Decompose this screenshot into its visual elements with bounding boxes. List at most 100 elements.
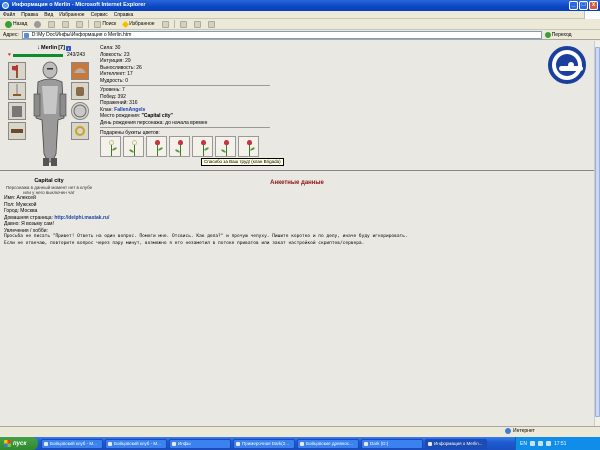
- clan-label: Клан:: [100, 106, 113, 113]
- language-indicator[interactable]: EN: [520, 441, 527, 447]
- close-button[interactable]: x: [589, 1, 598, 10]
- flowers-row: [100, 136, 259, 157]
- print-button[interactable]: [192, 20, 203, 28]
- tray-icon[interactable]: [529, 441, 535, 446]
- favorites-button[interactable]: Избранное: [121, 20, 156, 28]
- weapon-slot[interactable]: [8, 82, 26, 100]
- system-tray: EN 17:51: [515, 437, 600, 450]
- shield-slot[interactable]: [71, 62, 89, 80]
- address-input[interactable]: D:\My Doc\Инфы\Информация о Merlin.htm: [21, 30, 542, 39]
- refresh-button[interactable]: [60, 20, 71, 28]
- profile-bio-line: Если не отвечаю, повторите вопрос через …: [4, 240, 365, 246]
- helmet-slot[interactable]: [8, 62, 26, 80]
- clan-logo: [548, 46, 586, 84]
- home-button[interactable]: [74, 20, 85, 28]
- equipment-panel: [8, 58, 90, 176]
- scrollbar-thumb[interactable]: [595, 47, 600, 417]
- menu-file[interactable]: Файл: [3, 12, 15, 18]
- search-label: Поиск: [102, 21, 117, 27]
- search-button[interactable]: Поиск: [92, 20, 118, 28]
- stats-divider: [100, 85, 270, 86]
- mail-icon: [179, 20, 187, 28]
- armor-icon: [12, 106, 22, 117]
- hp-bar-fill: [12, 53, 63, 57]
- vertical-scrollbar[interactable]: [594, 41, 600, 426]
- forward-button[interactable]: [32, 20, 43, 28]
- favorites-label: Избранное: [129, 21, 155, 27]
- knight-avatar: [33, 61, 67, 166]
- print-icon: [193, 20, 201, 28]
- toolbar: Назад Поиск Избранное: [0, 19, 600, 30]
- menu-tools[interactable]: Сервис: [91, 12, 108, 18]
- record-list: Уровень: 7 Побед: 392 Поражений: 316 Кла…: [100, 87, 207, 126]
- down-arrow-icon: ↓: [37, 45, 40, 51]
- flower-bouquet[interactable]: [192, 136, 213, 157]
- page-content: ↓ Merlin [7] i ♥ 243/243 Capital city Пе…: [0, 41, 594, 426]
- security-zone: Интернет: [505, 428, 535, 434]
- stop-button[interactable]: [46, 20, 57, 28]
- star-icon: [122, 20, 130, 28]
- hp-bar: [12, 53, 63, 57]
- flower-bouquet[interactable]: [169, 136, 190, 157]
- online-status-note: Персонажа в данный момент нет в клубе ил…: [5, 185, 93, 195]
- home-icon: [76, 20, 84, 28]
- flower-bouquet[interactable]: [146, 136, 167, 157]
- character-level: [7]: [58, 45, 65, 51]
- profile-bio-line: Просьба не писать "Привет! Ответь на оди…: [4, 234, 408, 239]
- birthplace-label: Место рождения:: [100, 113, 141, 119]
- edit-icon: [207, 20, 215, 28]
- clan-link[interactable]: FallenAngels: [114, 107, 145, 113]
- tray-icon[interactable]: [537, 441, 543, 446]
- flower-bouquet[interactable]: [123, 136, 144, 157]
- start-button[interactable]: пуск: [0, 437, 38, 450]
- menu-view[interactable]: Вид: [44, 12, 53, 18]
- taskbar-task[interactable]: Инфы: [169, 438, 231, 449]
- taskbar-task[interactable]: Примерочная Dark(2...: [233, 438, 295, 449]
- toolbar-separator: [173, 20, 175, 28]
- stat-wisdom: Мудрость: 0: [100, 77, 128, 84]
- attributes-list: Сила: 30 Ловкость: 23 Интуиция: 29 Вынос…: [100, 45, 142, 84]
- mail-button[interactable]: [178, 20, 189, 28]
- profile-data: Имя: Алексей Пол: Мужской Город: Москва …: [4, 195, 408, 247]
- taskbar-task[interactable]: Бойцовский клуб - M...: [41, 438, 103, 449]
- maximize-button[interactable]: □: [579, 1, 588, 10]
- back-label: Назад: [13, 21, 28, 27]
- window-titlebar[interactable]: Информация о Merlin - Microsoft Internet…: [0, 0, 600, 11]
- taskbar: пуск Бойцовский клуб - M... Бойцовский к…: [0, 437, 600, 450]
- profile-title: Анкетные данные: [270, 180, 324, 186]
- go-button[interactable]: Переход: [544, 31, 572, 38]
- boots-slot[interactable]: [71, 122, 89, 140]
- menu-edit[interactable]: Правка: [21, 12, 38, 18]
- info-icon[interactable]: i: [65, 45, 71, 51]
- tray-icon[interactable]: [545, 441, 551, 446]
- menu-favorites[interactable]: Избранное: [59, 12, 84, 18]
- clock[interactable]: 17:51: [554, 441, 567, 447]
- taskbar-task[interactable]: Бойцовский клуб - M...: [105, 438, 167, 449]
- go-arrow-icon: [544, 31, 551, 38]
- taskbar-tasks: Бойцовский клуб - M... Бойцовский клуб -…: [41, 438, 487, 449]
- menu-help[interactable]: Справка: [114, 12, 134, 18]
- flower-bouquet[interactable]: [100, 136, 121, 157]
- belt-slot[interactable]: [8, 122, 26, 140]
- history-icon: [161, 20, 169, 28]
- back-button[interactable]: Назад: [3, 20, 29, 28]
- armor-slot[interactable]: [8, 102, 26, 120]
- flower-bouquet[interactable]: [238, 136, 259, 157]
- edit-button[interactable]: [206, 20, 217, 28]
- history-button[interactable]: [160, 20, 171, 28]
- homepage-link[interactable]: http://delphi.mastak.ru/: [54, 215, 109, 221]
- forward-arrow-icon: [34, 20, 42, 28]
- flower-bouquet[interactable]: [215, 136, 236, 157]
- gloves-slot[interactable]: [71, 82, 89, 100]
- minimize-button[interactable]: _: [569, 1, 578, 10]
- window-controls: _ □ x: [569, 1, 598, 10]
- windows-flag-icon: [4, 440, 11, 447]
- record-divider: [100, 127, 270, 128]
- taskbar-task-active[interactable]: Информация о Merlin...: [425, 438, 487, 449]
- ie-icon: [2, 2, 9, 9]
- ring-slot[interactable]: [71, 102, 89, 120]
- taskbar-task[interactable]: Бойцовские древнос...: [297, 438, 359, 449]
- sword-icon: [13, 84, 21, 96]
- taskbar-task[interactable]: Dark (D:): [361, 438, 423, 449]
- ring-icon: [75, 126, 85, 136]
